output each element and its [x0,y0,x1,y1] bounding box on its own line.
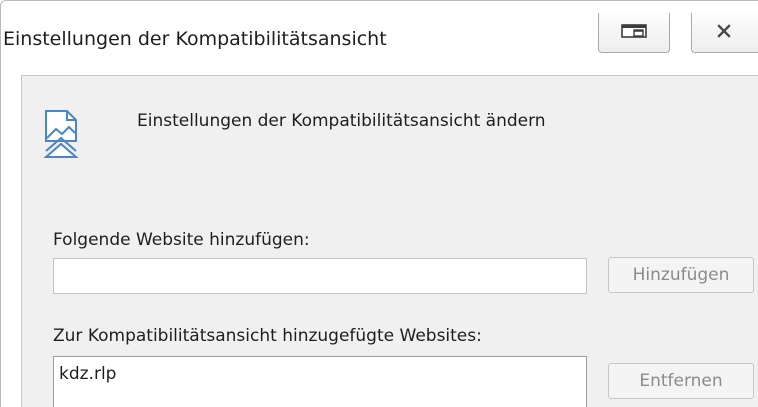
remove-button[interactable]: Entfernen [608,363,754,399]
list-item[interactable]: kdz.rlp [59,364,116,384]
header-text: Einstellungen der Kompatibilitätsansicht… [137,111,546,131]
window-title: Einstellungen der Kompatibilitätsansicht [3,28,387,50]
title-bar[interactable]: Einstellungen der Kompatibilitätsansicht [1,1,758,75]
websites-list-label: Zur Kompatibilitätsansicht hinzugefügte … [53,326,482,346]
add-button[interactable]: Hinzufügen [608,257,754,293]
restore-window-icon [621,23,647,42]
add-website-label: Folgende Website hinzufügen: [53,230,310,250]
compatibility-view-icon [41,107,81,161]
add-website-input[interactable] [53,258,587,294]
close-window-button[interactable] [691,13,758,53]
restore-window-button[interactable] [598,13,670,53]
compatibility-settings-window: Einstellungen der Kompatibilitätsansicht [0,0,758,407]
websites-list[interactable]: kdz.rlp [53,356,587,407]
close-icon [717,23,731,42]
